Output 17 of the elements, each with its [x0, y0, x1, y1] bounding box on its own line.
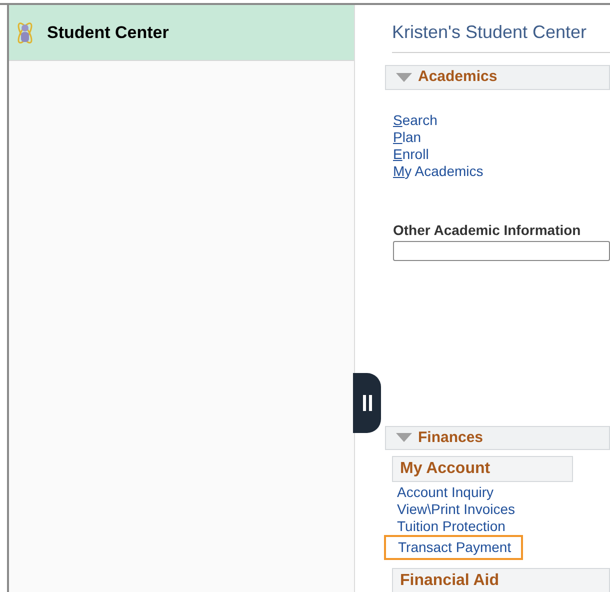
academics-link[interactable]: Plan — [393, 128, 422, 146]
sidebar-title: Student Center — [47, 22, 169, 44]
dropdown-field[interactable] — [393, 240, 610, 260]
subsection-header: My Account — [392, 456, 573, 482]
account-link[interactable]: View\Print Invoices — [392, 501, 516, 518]
account-link[interactable]: Account Inquiry — [392, 484, 494, 501]
academics-link[interactable]: Search — [393, 112, 438, 128]
subsection-header: Financial Aid — [392, 568, 610, 592]
academics-link[interactable]: Enroll — [393, 146, 429, 162]
section-header[interactable]: Academics — [385, 65, 610, 90]
collapse-handle[interactable] — [353, 373, 381, 433]
dropdown-label: Other Academic Information — [393, 220, 582, 240]
account-link[interactable]: Transact Payment — [384, 535, 524, 560]
account-link[interactable]: Tuition Protection — [392, 518, 506, 535]
section-header[interactable]: Finances — [385, 426, 610, 450]
academics-link[interactable]: My Academics — [393, 162, 484, 180]
page-title: Kristen's Student Center — [392, 19, 610, 53]
